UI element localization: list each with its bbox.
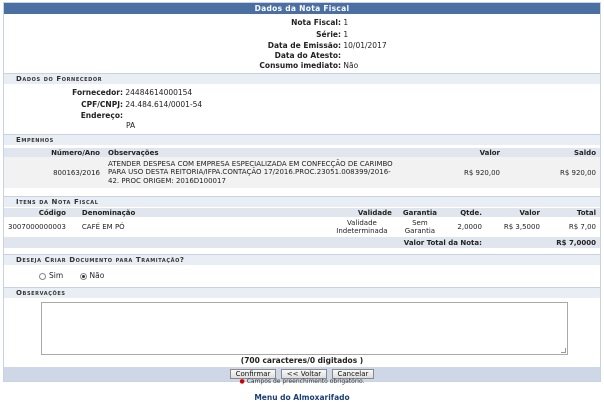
cpf-row: CPF/CNPJ: 24.484.614/0001-54 <box>34 100 202 109</box>
cpf-value: 24.484.614/0001-54 <box>125 100 203 109</box>
col-validade: Validade <box>327 208 396 217</box>
section-itens: Itens da Nota Fiscal <box>4 196 600 207</box>
nota-numero-row: Nota Fiscal: 1 <box>244 18 348 27</box>
item-total: R$ 7,00 <box>568 223 596 231</box>
radio-sim-label: Sim <box>49 271 64 280</box>
empenho-saldo: R$ 920,00 <box>559 168 596 177</box>
fornecedor-label: Fornecedor: <box>72 88 123 97</box>
col-total: Total <box>543 208 600 217</box>
total-row: Valor Total da Nota: R$ 7,0000 <box>4 237 600 248</box>
item-codigo: 3007000000003 <box>8 223 66 231</box>
endereco-uf: PA <box>126 121 136 130</box>
table-row: 800163/2016 ATENDER DESPESA COM EMPRESA … <box>4 157 600 188</box>
col-numero: Número/Ano <box>4 148 104 157</box>
radio-nao[interactable] <box>79 272 87 280</box>
radio-sim[interactable] <box>39 272 46 280</box>
cpf-label: CPF/CNPJ: <box>81 100 123 109</box>
nota-numero-label: Nota Fiscal: <box>291 18 341 27</box>
fornecedor-value: 24484614000154 <box>125 88 193 97</box>
nota-emissao-value: 10/01/2017 <box>343 41 387 50</box>
tramitacao-options: Sim Não <box>39 271 104 280</box>
col-codigo: Código <box>4 208 70 217</box>
nota-serie-value: 1 <box>343 30 349 39</box>
section-observacoes: Observações <box>4 287 600 298</box>
nota-numero-value: 1 <box>343 18 349 27</box>
panel-title: Dados da Nota Fiscal <box>4 3 600 14</box>
resize-grip-icon[interactable] <box>561 348 566 353</box>
nota-fiscal-panel: Dados da Nota Fiscal Nota Fiscal: 1 Séri… <box>3 2 601 382</box>
nota-consumo-label: Consumo imediato: <box>259 61 341 70</box>
total-label: Valor Total da Nota: <box>403 238 482 247</box>
col-denominacao: Denominação <box>69 208 328 217</box>
empenhos-table: Número/Ano Observações Valor Saldo 80016… <box>4 148 600 188</box>
item-qtde: 2,0000 <box>457 223 482 231</box>
required-star-icon: ● <box>239 378 245 385</box>
nota-emissao-row: Data de Emissão: 10/01/2017 <box>244 41 387 50</box>
empenho-valor: R$ 920,00 <box>463 168 500 177</box>
char-counter: (700 caracteres/0 digitados ) <box>240 356 364 365</box>
total-value: R$ 7,0000 <box>556 238 596 247</box>
empenho-obs: ATENDER DESPESA COM EMPRESA ESPECIALIZAD… <box>108 159 393 185</box>
nota-atesto-row: Data do Atesto: <box>244 51 341 60</box>
col-valor: Valor <box>404 148 504 157</box>
nota-consumo-row: Consumo imediato: Não <box>244 61 358 70</box>
col-saldo: Saldo <box>504 148 600 157</box>
section-tramitacao: Deseja Criar Documento para Tramitação? <box>4 254 600 265</box>
required-note: ● Campos de preenchimento obrigatório. <box>0 378 604 385</box>
item-denominacao: CAFÉ EM PÓ <box>81 223 125 231</box>
table-row: 3007000000003 CAFÉ EM PÓ Validade Indete… <box>4 217 600 237</box>
section-empenhos: Empenhos <box>4 134 600 145</box>
required-note-text: Campos de preenchimento obrigatório. <box>246 378 365 385</box>
empenho-numero: 800163/2016 <box>53 168 100 177</box>
observacoes-textarea[interactable] <box>41 302 568 355</box>
item-valor: R$ 3,5000 <box>503 223 540 231</box>
fornecedor-row: Fornecedor: 24484614000154 <box>34 88 192 97</box>
endereco-row: Endereço: <box>34 111 123 120</box>
item-garantia: Sem Garantia <box>404 219 436 235</box>
endereco-label: Endereço: <box>80 111 123 120</box>
col-observacoes: Observações <box>104 148 404 157</box>
col-qtde: Qtde. <box>443 208 486 217</box>
item-validade: Validade Indeterminada <box>336 219 388 235</box>
nota-serie-row: Série: 1 <box>244 30 348 39</box>
section-fornecedor: Dados do Fornecedor <box>4 73 600 84</box>
itens-table: Código Denominação Validade Garantia Qtd… <box>4 208 600 248</box>
nota-atesto-label: Data do Atesto: <box>274 51 341 60</box>
nota-serie-label: Série: <box>316 30 341 39</box>
radio-nao-label: Não <box>89 271 105 280</box>
nota-emissao-label: Data de Emissão: <box>267 41 341 50</box>
col-garantia: Garantia <box>395 208 444 217</box>
menu-almoxarifado-link[interactable]: Menu do Almoxarifado <box>0 393 604 402</box>
nota-consumo-value: Não <box>343 61 359 70</box>
col-valor-item: Valor <box>485 208 544 217</box>
